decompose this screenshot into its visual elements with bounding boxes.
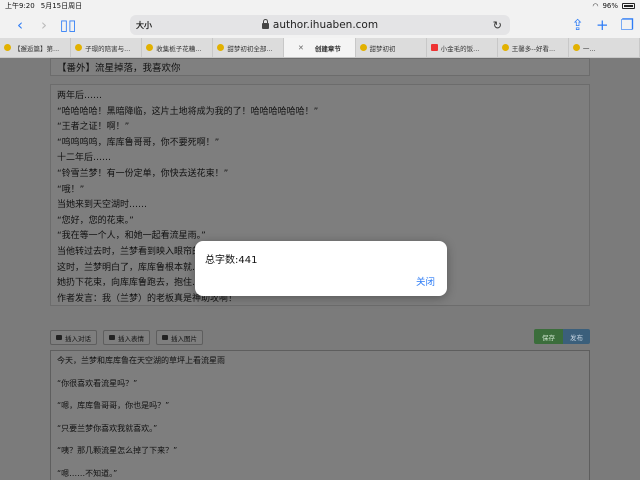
tab-label: 甜梦初初 — [369, 44, 396, 53]
dialog-message: 总字数:441 — [205, 255, 258, 266]
story-line: “哈哈哈哈！黑暗降临，这片土地将成为我的了！哈哈哈哈哈哈！” — [57, 106, 319, 117]
status-bar: 上午9:20 5月15日周日 ◠ 96% — [0, 0, 640, 12]
tab-label: 甜梦初初全部... — [227, 44, 273, 53]
tab-6[interactable]: 小金毛的饭... — [427, 38, 498, 57]
tab-8[interactable]: 一... — [569, 38, 640, 57]
story-line: “您好，您的花束。” — [57, 215, 134, 226]
tab-overview-icon[interactable]: ❐ — [621, 13, 634, 37]
status-time: 上午9:20 — [5, 2, 35, 10]
browser-toolbar: ‹ › ▯▯ 大小 author.ihuaben.com ↻ ⇪ + ❐ — [0, 12, 640, 38]
story-line: “呜呜呜呜，库库鲁哥哥，你不要死啊！” — [57, 137, 220, 148]
favicon-icon — [430, 44, 438, 51]
chapter-title-input[interactable]: 【番外】流星掉落，我喜欢你 — [50, 58, 590, 76]
tab-3[interactable]: 甜梦初初全部... — [213, 38, 285, 57]
insert-image-button[interactable]: 插入图片 — [156, 330, 203, 345]
favicon-icon — [501, 44, 509, 51]
favicon-icon — [217, 44, 225, 51]
favicon-icon — [4, 44, 11, 51]
tab-label: 王馨多--好看... — [511, 44, 556, 53]
url-text: author.ihuaben.com — [272, 19, 379, 31]
story-line: “王者之证！啊！” — [57, 122, 130, 133]
favicon-icon — [75, 44, 83, 51]
tab-1[interactable]: 子璟的陪害与... — [71, 38, 143, 57]
editor-line: “嗯，库库鲁哥哥，你也是吗？” — [57, 401, 170, 410]
button-label: 插入对话 — [65, 334, 91, 343]
editor-line: “只要兰梦你喜欢我就喜欢。” — [57, 423, 158, 433]
tab-label: 收集栀子花糟... — [156, 44, 202, 53]
tab-5[interactable]: 甜梦初初 — [356, 38, 427, 57]
tab-label: 创建章节 — [314, 44, 341, 53]
favicon-icon — [572, 44, 580, 51]
tab-label: 【邂逅篇】第... — [14, 44, 60, 53]
save-button[interactable]: 保存 — [534, 329, 563, 344]
status-date: 5月15日周日 — [40, 2, 83, 10]
back-icon[interactable]: ‹ — [8, 13, 32, 37]
editor-toolbar: 插入对话 插入表情 插入图片 — [50, 330, 203, 345]
insert-dialog-button[interactable]: 插入对话 — [50, 330, 97, 345]
editor-line: 今天，兰梦和库库鲁在天空湖的草坪上看流星雨 — [57, 356, 225, 365]
close-tab-icon[interactable]: ✕ — [298, 44, 304, 52]
share-icon[interactable]: ⇪ — [571, 13, 584, 37]
tab-7[interactable]: 王馨多--好看... — [498, 38, 569, 57]
favicon-icon — [146, 44, 154, 51]
story-line: “哦！” — [57, 184, 85, 195]
battery-percent: 96% — [602, 2, 618, 10]
forward-icon[interactable]: › — [32, 13, 56, 37]
chapter-editor[interactable]: 今天，兰梦和库库鲁在天空湖的草坪上看流星雨 “你很喜欢看流星吗？” “嗯，库库鲁… — [50, 350, 590, 480]
favicon-icon — [359, 44, 367, 51]
image-icon — [162, 335, 168, 340]
tab-label: 子璟的陪害与... — [85, 44, 131, 53]
editor-line: “咦？那几颗流星怎么掉了下来？” — [57, 446, 178, 455]
story-line: 当她来到天空湖时…… — [57, 200, 148, 211]
story-line: “铃雪兰梦！有一份定单，你快去送花束！” — [57, 168, 229, 179]
button-label: 插入图片 — [171, 334, 197, 343]
tab-2[interactable]: 收集栀子花糟... — [142, 38, 214, 57]
button-label: 插入表情 — [118, 334, 144, 343]
lock-icon — [261, 19, 269, 29]
tab-label: 一... — [582, 44, 596, 53]
chat-icon — [56, 335, 62, 340]
tab-0[interactable]: 【邂逅篇】第... — [0, 38, 72, 57]
editor-line: “嗯……不知道。” — [57, 468, 118, 478]
tab-bar: 【邂逅篇】第... 子璟的陪害与... 收集栀子花糟... 甜梦初初全部... … — [0, 38, 640, 58]
tab-4-active[interactable]: ✕ 创建章节 — [284, 38, 356, 57]
word-count-dialog: 总字数:441 关闭 — [195, 241, 447, 296]
new-tab-icon[interactable]: + — [596, 13, 609, 37]
story-line: 两年后…… — [57, 91, 103, 101]
dialog-close-button[interactable]: 关闭 — [416, 274, 435, 288]
emoji-icon — [109, 335, 115, 340]
story-line: 十二年后…… — [57, 153, 112, 164]
insert-emoji-button[interactable]: 插入表情 — [103, 330, 150, 345]
reload-icon[interactable]: ↻ — [493, 19, 502, 32]
editor-line: “你很喜欢看流星吗？” — [57, 378, 138, 388]
publish-button[interactable]: 发布 — [563, 329, 590, 344]
bookmarks-icon[interactable]: ▯▯ — [56, 13, 80, 37]
tab-label: 小金毛的饭... — [440, 44, 480, 53]
address-bar[interactable]: 大小 author.ihuaben.com ↻ — [130, 15, 510, 35]
reader-size-button[interactable]: 大小 — [136, 20, 152, 31]
wifi-icon: ◠ — [592, 2, 599, 10]
battery-icon — [622, 3, 635, 9]
